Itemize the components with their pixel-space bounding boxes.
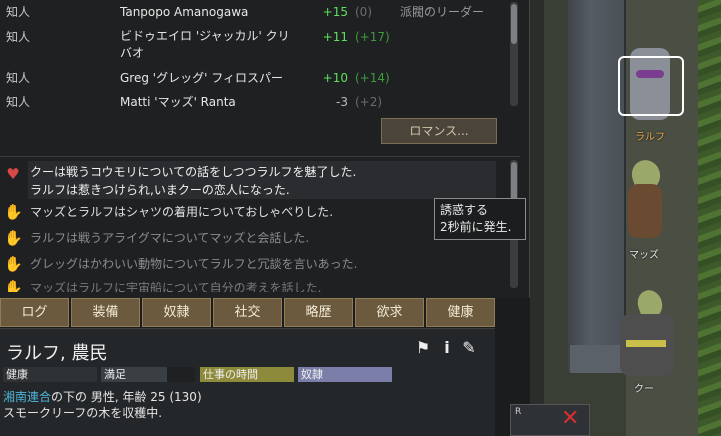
relation-kind: 知人	[6, 5, 31, 19]
relation-opinion-of-me: (+17)	[355, 30, 390, 44]
rotate-widget[interactable]: R ✕	[510, 404, 590, 436]
log-text: マッズはラルフに宇宙船について自分の考えを話した.	[30, 281, 322, 292]
relation-opinion: +15	[322, 5, 348, 19]
pawn-title: ラルフ, 農民	[6, 339, 107, 365]
selection-bracket	[618, 56, 684, 116]
heart-icon: ♥	[6, 165, 20, 183]
relation-kind: 知人	[6, 71, 31, 85]
tab-slave[interactable]: 奴隷	[142, 298, 211, 327]
relation-opinion: +10	[322, 71, 348, 85]
log-text: ラルフは戦うアライグマについてマッズと会話した.	[30, 231, 310, 245]
log-entry[interactable]: ✋ グレッグはかわいい動物についてラルフと冗談を言いあった.	[0, 253, 500, 275]
world-view[interactable]: ラルフ マッズ クー	[530, 0, 721, 436]
relation-row[interactable]: 知人 Matti 'マッズ' Ranta -3 (+2)	[0, 91, 510, 108]
relation-opinion: -3	[336, 95, 348, 108]
tooltip-time: 2秒前に発生.	[440, 220, 512, 234]
log-text: グレッグはかわいい動物についてラルフと冗談を言いあった.	[30, 257, 358, 271]
log-entry[interactable]: ✋ ラルフは戦うアライグマについてマッズと会話した.	[0, 227, 500, 249]
relation-name: Tanpopo Amanogawa	[120, 5, 249, 19]
tab-gear[interactable]: 装備	[71, 298, 140, 327]
relations-scrollbar[interactable]	[510, 2, 518, 106]
log-entry-highlight: クーは戦うコウモリについての話をしつつラルフを魅了した. ラルフは惹きつけられ,…	[28, 161, 496, 199]
cancel-icon[interactable]: ✕	[561, 405, 579, 433]
pawn-bar	[626, 340, 666, 347]
relation-kind: 知人	[6, 95, 31, 108]
pawn-label: ラルフ	[635, 132, 665, 143]
log-entry[interactable]: ✋ マッズとラルフはシャツの着用についておしゃべりした.	[0, 201, 500, 223]
log-text: マッズとラルフはシャツの着用についておしゃべりした.	[30, 205, 334, 219]
pawn-name-separator: ,	[60, 343, 66, 364]
relation-name: Greg 'グレッグ' フィロスパー	[120, 71, 283, 85]
rotate-key-label: R	[515, 407, 522, 417]
pawn-role: 農民	[71, 343, 108, 364]
tab-needs[interactable]: 欲求	[355, 298, 424, 327]
pawn-label: マッズ	[629, 250, 659, 261]
romance-button[interactable]: ロマンス...	[381, 118, 497, 144]
relation-opinion-of-me: (+2)	[355, 95, 383, 108]
relations-list: 知人 Tanpopo Amanogawa +15 (0) 派閥のリーダー 知人 …	[0, 0, 520, 108]
faction-link[interactable]: 湘南連合	[3, 390, 51, 404]
relation-kind: 知人	[6, 30, 31, 44]
info-icon[interactable]: i	[438, 339, 456, 357]
inspect-pane: ラルフ, 農民 ⚑ i ✎ 健康 満足 仕事の時間 奴隷 湘南連合の下の 男性,…	[0, 328, 495, 436]
floor-tile	[530, 0, 544, 436]
tab-log[interactable]: ログ	[0, 298, 69, 327]
relation-opinion-of-me: (0)	[355, 5, 372, 19]
pawn-description: の下の 男性, 年齢 25 (130)	[51, 390, 202, 404]
grass-strip	[698, 0, 721, 436]
tab-social[interactable]: 社交	[213, 298, 282, 327]
log-text: クーは戦うコウモリについての話をしつつラルフを魅了した.	[30, 165, 357, 179]
tab-health[interactable]: 健康	[426, 298, 495, 327]
pawn-label: クー	[634, 384, 654, 395]
pawn-name: ラルフ	[6, 343, 60, 364]
hand-icon: ✋	[4, 203, 23, 221]
relation-row[interactable]: 知人 Greg 'グレッグ' フィロスパー +10 (+14)	[0, 67, 510, 89]
tab-bio[interactable]: 略歴	[284, 298, 353, 327]
pawn-body	[628, 184, 662, 238]
relation-row[interactable]: 知人 Tanpopo Amanogawa +15 (0) 派閥のリーダー	[0, 1, 510, 23]
relation-name: Matti 'マッズ' Ranta	[120, 95, 236, 108]
tooltip: 誘惑する 2秒前に発生.	[434, 198, 526, 240]
rename-icon[interactable]: ✎	[460, 339, 478, 357]
mood-bar: 満足	[101, 367, 195, 382]
social-panel: 知人 Tanpopo Amanogawa +15 (0) 派閥のリーダー 知人 …	[0, 0, 530, 298]
slave-badge: 奴隷	[298, 367, 392, 382]
wall	[568, 0, 626, 372]
relation-name: ビドゥエイロ 'ジャッカル' クリバオ	[120, 29, 290, 60]
tooltip-title: 誘惑する	[440, 203, 489, 217]
wall-cap	[570, 345, 624, 373]
relation-role: 派閥のリーダー	[400, 5, 485, 19]
relation-opinion: +11	[322, 30, 348, 44]
hand-icon: ✋	[4, 229, 23, 247]
pawn-activity: スモークリーフの木を収穫中.	[3, 406, 163, 420]
draft-icon[interactable]: ⚑	[414, 339, 432, 357]
pawn-bio: 湘南連合の下の 男性, 年齢 25 (130) スモークリーフの木を収穫中.	[3, 389, 202, 421]
relation-row[interactable]: 知人 ビドゥエイロ 'ジャッカル' クリバオ +11 (+17)	[0, 26, 510, 66]
log-entry[interactable]: ✋ マッズはラルフに宇宙船について自分の考えを話した.	[0, 277, 500, 292]
health-bar: 健康	[3, 367, 97, 382]
schedule-badge: 仕事の時間	[200, 367, 294, 382]
relations-scroll-thumb[interactable]	[511, 4, 517, 44]
hand-icon: ✋	[4, 279, 23, 292]
hand-icon: ✋	[4, 255, 23, 273]
log-text: ラルフは惹きつけられ,いまクーの恋人になった.	[30, 183, 290, 197]
relation-opinion-of-me: (+14)	[355, 71, 390, 85]
inspect-tabs: ログ 装備 奴隷 社交 略歴 欲求 健康	[0, 298, 495, 328]
